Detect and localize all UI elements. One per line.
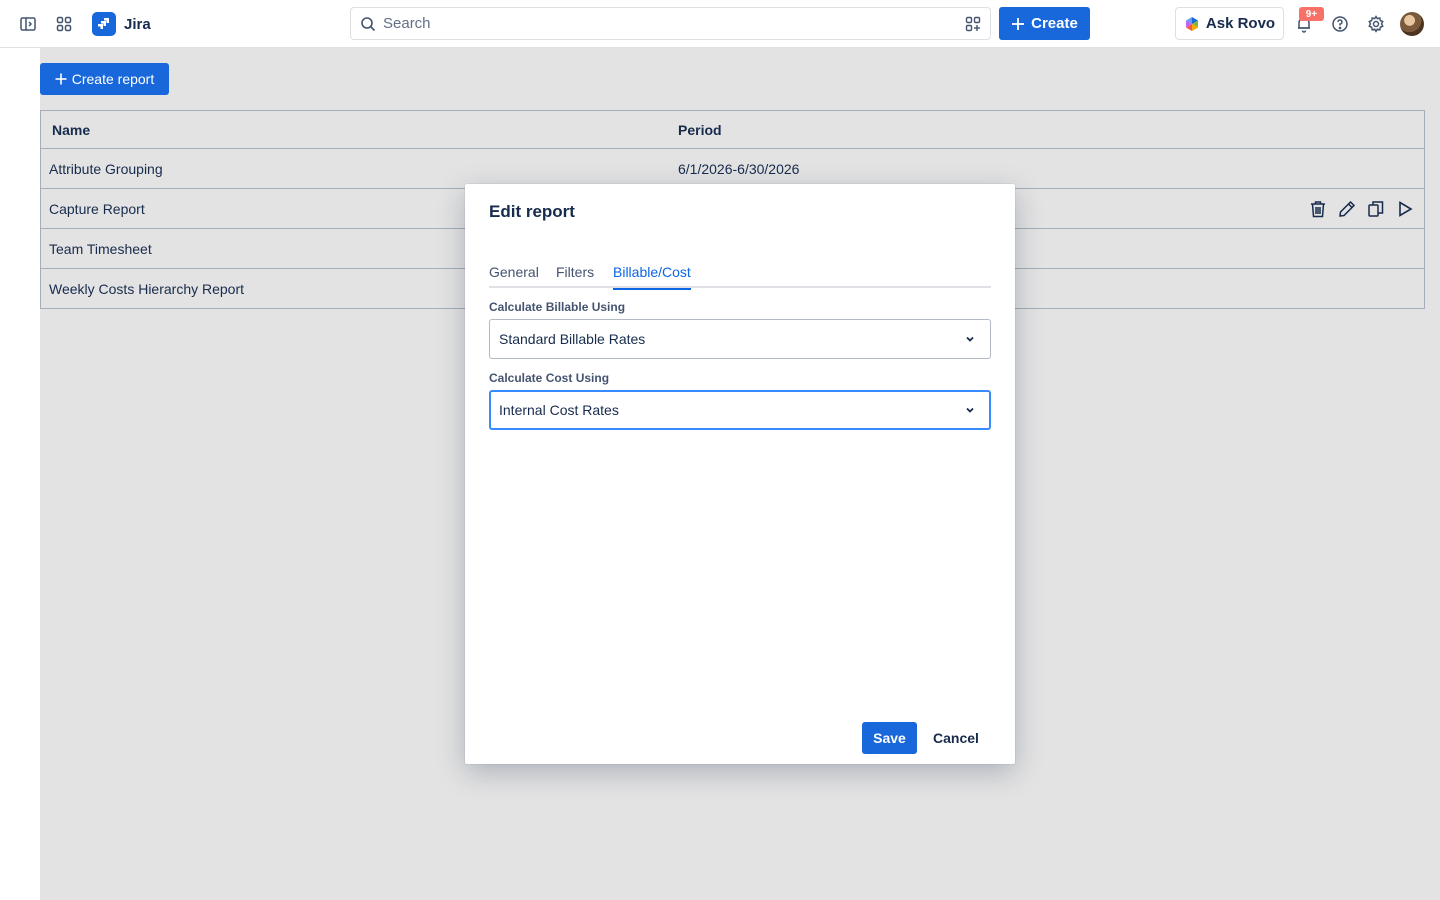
tab-billable-cost[interactable]: Billable/Cost [613, 264, 691, 290]
create-report-button[interactable]: Create report [40, 63, 169, 95]
row-actions [1308, 199, 1415, 219]
play-icon[interactable] [1395, 199, 1415, 219]
settings-gear-icon[interactable] [1364, 12, 1388, 36]
help-icon[interactable] [1328, 12, 1352, 36]
billable-select-value: Standard Billable Rates [499, 331, 646, 347]
cost-field-label: Calculate Cost Using [489, 371, 610, 385]
cancel-button[interactable]: Cancel [926, 722, 986, 754]
create-button-label: Create [1031, 15, 1078, 32]
save-button[interactable]: Save [862, 722, 917, 754]
search-input[interactable]: Search [350, 7, 991, 40]
dialog-title: Edit report [489, 202, 575, 221]
ask-rovo-label: Ask Rovo [1205, 15, 1276, 32]
column-header-period: Period [678, 121, 722, 138]
tab-filters[interactable]: Filters [556, 264, 594, 288]
search-filter-icon[interactable] [964, 15, 982, 33]
report-name: Attribute Grouping [49, 160, 163, 177]
report-name: Weekly Costs Hierarchy Report [49, 280, 245, 297]
jira-logo-icon [92, 12, 116, 36]
report-name: Capture Report [49, 200, 145, 217]
report-period: 6/1/2026-6/30/2026 [678, 160, 800, 177]
cost-select[interactable]: Internal Cost Rates [489, 390, 991, 430]
copy-icon[interactable] [1366, 199, 1386, 219]
ask-rovo-button[interactable]: Ask Rovo [1175, 7, 1284, 40]
cost-select-value: Internal Cost Rates [499, 402, 619, 418]
search-placeholder: Search [383, 15, 431, 32]
rovo-icon [1184, 16, 1200, 32]
report-name: Team Timesheet [49, 240, 152, 257]
trash-icon[interactable] [1308, 199, 1328, 219]
jira-logo[interactable]: Jira [92, 12, 151, 36]
app-name: Jira [124, 15, 151, 33]
sidebar-toggle-icon[interactable] [16, 12, 40, 36]
edit-report-dialog: Edit report General Filters Billable/Cos… [465, 184, 1015, 764]
dialog-tabs: General Filters Billable/Cost [489, 264, 991, 290]
user-avatar[interactable] [1400, 12, 1424, 36]
chevron-down-icon [960, 400, 980, 420]
create-button[interactable]: Create [999, 7, 1090, 40]
table-row[interactable]: Attribute Grouping 6/1/2026-6/30/2026 [41, 148, 1424, 188]
billable-field-label: Calculate Billable Using [489, 300, 626, 314]
app-switcher-icon[interactable] [52, 12, 76, 36]
notification-badge: 9+ [1299, 7, 1324, 21]
plus-icon [55, 73, 67, 85]
pencil-icon[interactable] [1337, 199, 1357, 219]
top-navigation-bar: Jira Search Create Ask Rovo 9+ [0, 0, 1440, 48]
create-report-label: Create report [71, 71, 155, 87]
table-header-row: Name Period [41, 111, 1424, 148]
column-header-name: Name [52, 121, 91, 138]
plus-icon [1011, 17, 1025, 31]
billable-select[interactable]: Standard Billable Rates [489, 319, 991, 359]
tab-general[interactable]: General [489, 264, 539, 288]
chevron-down-icon [960, 329, 980, 349]
search-icon [359, 15, 377, 33]
